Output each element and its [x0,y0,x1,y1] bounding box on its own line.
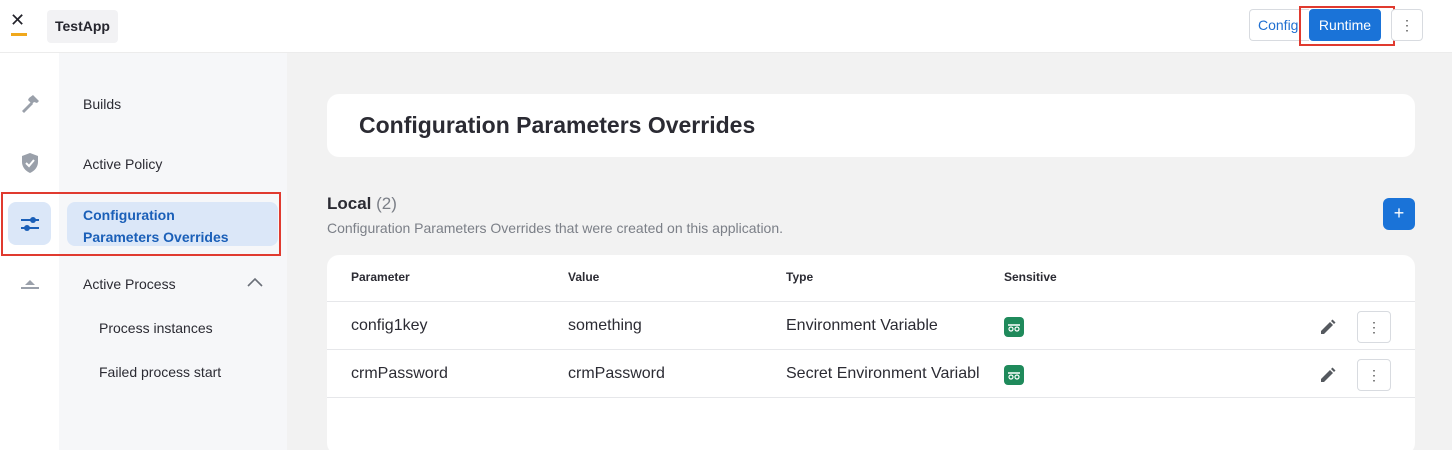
parameter-cell: config1key [351,317,428,334]
highlight-box [1,192,281,256]
parameter-cell: crmPassword [351,365,448,382]
chevron-up-icon[interactable] [247,277,263,287]
value-cell: crmPassword [568,365,665,382]
shield-icon[interactable] [12,145,48,181]
top-bar: ✕ TestApp Config Runtime ⋮ [0,0,1452,53]
edit-icon[interactable] [1319,318,1337,336]
table-row[interactable]: crmPassword crmPassword Secret Environme… [327,349,1415,397]
section-count: (2) [376,194,397,213]
app-name[interactable]: TestApp [47,10,118,43]
sidebar-item-process-instances[interactable]: Process instances [99,320,213,336]
value-cell: something [568,317,642,334]
section-subtitle: Configuration Parameters Overrides that … [327,220,784,236]
highlight-box [1299,6,1395,46]
column-header-type: Type [786,270,814,284]
type-cell: Environment Variable [786,317,938,334]
column-header-parameter: Parameter [351,270,410,284]
table-empty-area [327,397,1415,450]
sidebar-item-builds[interactable]: Builds [83,96,121,112]
page-title: Configuration Parameters Overrides [327,94,1415,157]
section-title: Local (2) [327,194,397,214]
type-cell: Secret Environment Variable [786,365,980,382]
overrides-table: Parameter Value Type Sensitive config1ke… [327,255,1415,450]
column-header-value: Value [568,270,600,284]
sensitive-icon [1004,365,1024,385]
sidebar-item-active-policy[interactable]: Active Policy [83,156,162,172]
section-title-text: Local [327,194,372,213]
edit-icon[interactable] [1319,366,1337,384]
sensitive-icon [1004,317,1024,337]
row-more-button[interactable]: ⋮ [1357,311,1391,343]
process-icon[interactable] [12,266,48,302]
sidebar-item-active-process[interactable]: Active Process [83,276,176,292]
flowx-logo-icon[interactable]: ✕ [10,12,28,38]
column-header-sensitive: Sensitive [1004,270,1057,284]
hammer-icon[interactable] [12,86,48,122]
row-more-button[interactable]: ⋮ [1357,359,1391,391]
add-button[interactable]: + [1383,198,1415,230]
sidebar-item-failed-process-start[interactable]: Failed process start [99,364,221,380]
table-row[interactable]: config1key something Environment Variabl… [327,301,1415,349]
more-options-button[interactable]: ⋮ [1391,9,1423,41]
